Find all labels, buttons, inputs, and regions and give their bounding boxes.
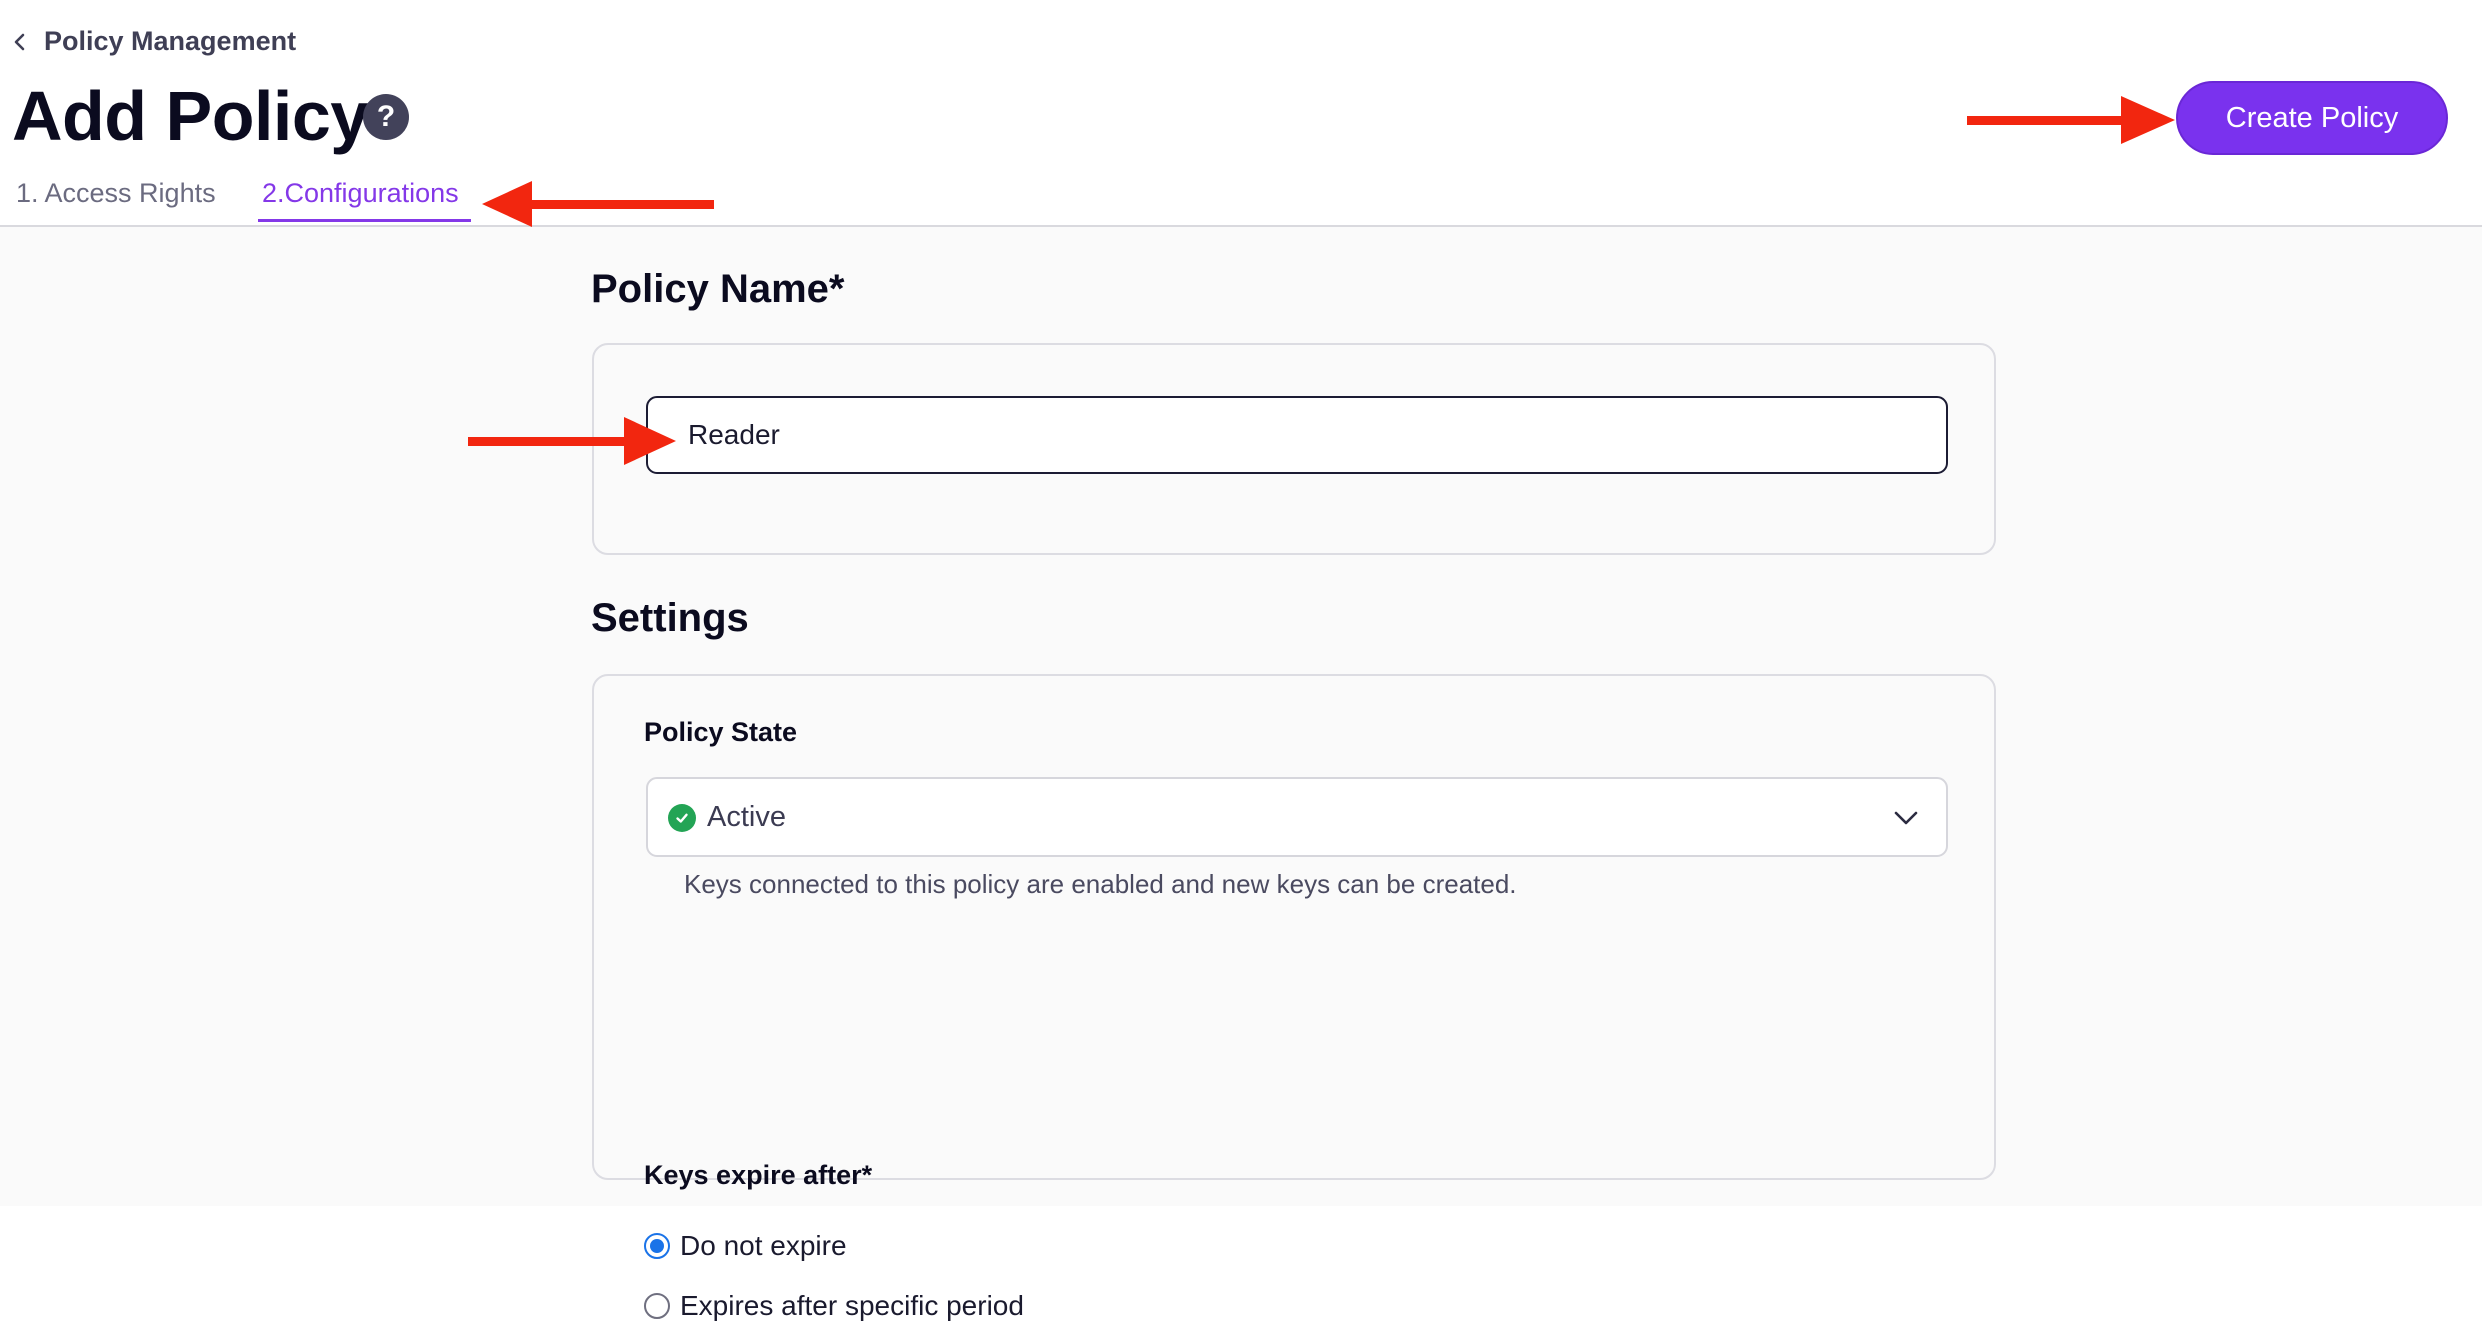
- policy-name-card: [592, 343, 1996, 555]
- annotation-arrow-icon: [468, 417, 676, 465]
- policy-state-value: Active: [707, 801, 786, 833]
- radio-label: Expires after specific period: [680, 1290, 1024, 1321]
- radio-button[interactable]: [644, 1293, 670, 1319]
- chevron-down-icon: [1892, 808, 1920, 828]
- policy-name-heading: Policy Name*: [591, 267, 845, 311]
- policy-name-input[interactable]: [646, 396, 1948, 474]
- radio-label: Do not expire: [680, 1230, 847, 1261]
- policy-state-label: Policy State: [644, 717, 798, 747]
- page-title: Add Policy: [12, 77, 369, 155]
- tab-access-rights[interactable]: 1. Access Rights: [16, 178, 216, 209]
- create-policy-button[interactable]: Create Policy: [2176, 81, 2448, 155]
- settings-card: Policy State Active Keys connected to th…: [592, 674, 1996, 1321]
- settings-heading: Settings: [591, 596, 749, 640]
- radio-option-do-not-expire[interactable]: Do not expire: [644, 1230, 847, 1262]
- radio-button[interactable]: [644, 1233, 670, 1259]
- breadcrumb[interactable]: Policy Management: [12, 26, 296, 57]
- policy-state-helper: Keys connected to this policy are enable…: [684, 869, 1517, 899]
- keys-expire-label: Keys expire after*: [644, 1160, 873, 1190]
- policy-state-select[interactable]: Active: [646, 777, 1948, 857]
- help-icon[interactable]: ?: [363, 94, 409, 140]
- breadcrumb-label: Policy Management: [44, 26, 297, 56]
- chevron-left-icon: [12, 27, 34, 57]
- main-content: Policy Name* Settings Policy State Activ…: [0, 227, 2482, 1321]
- active-tab-underline: [258, 219, 471, 222]
- check-circle-icon: [668, 804, 696, 832]
- tab-configurations[interactable]: 2.Configurations: [262, 178, 459, 209]
- annotation-arrow-icon: [1967, 96, 2175, 144]
- annotation-arrow-icon: [482, 181, 714, 227]
- radio-option-expires-after-period[interactable]: Expires after specific period: [644, 1290, 1024, 1322]
